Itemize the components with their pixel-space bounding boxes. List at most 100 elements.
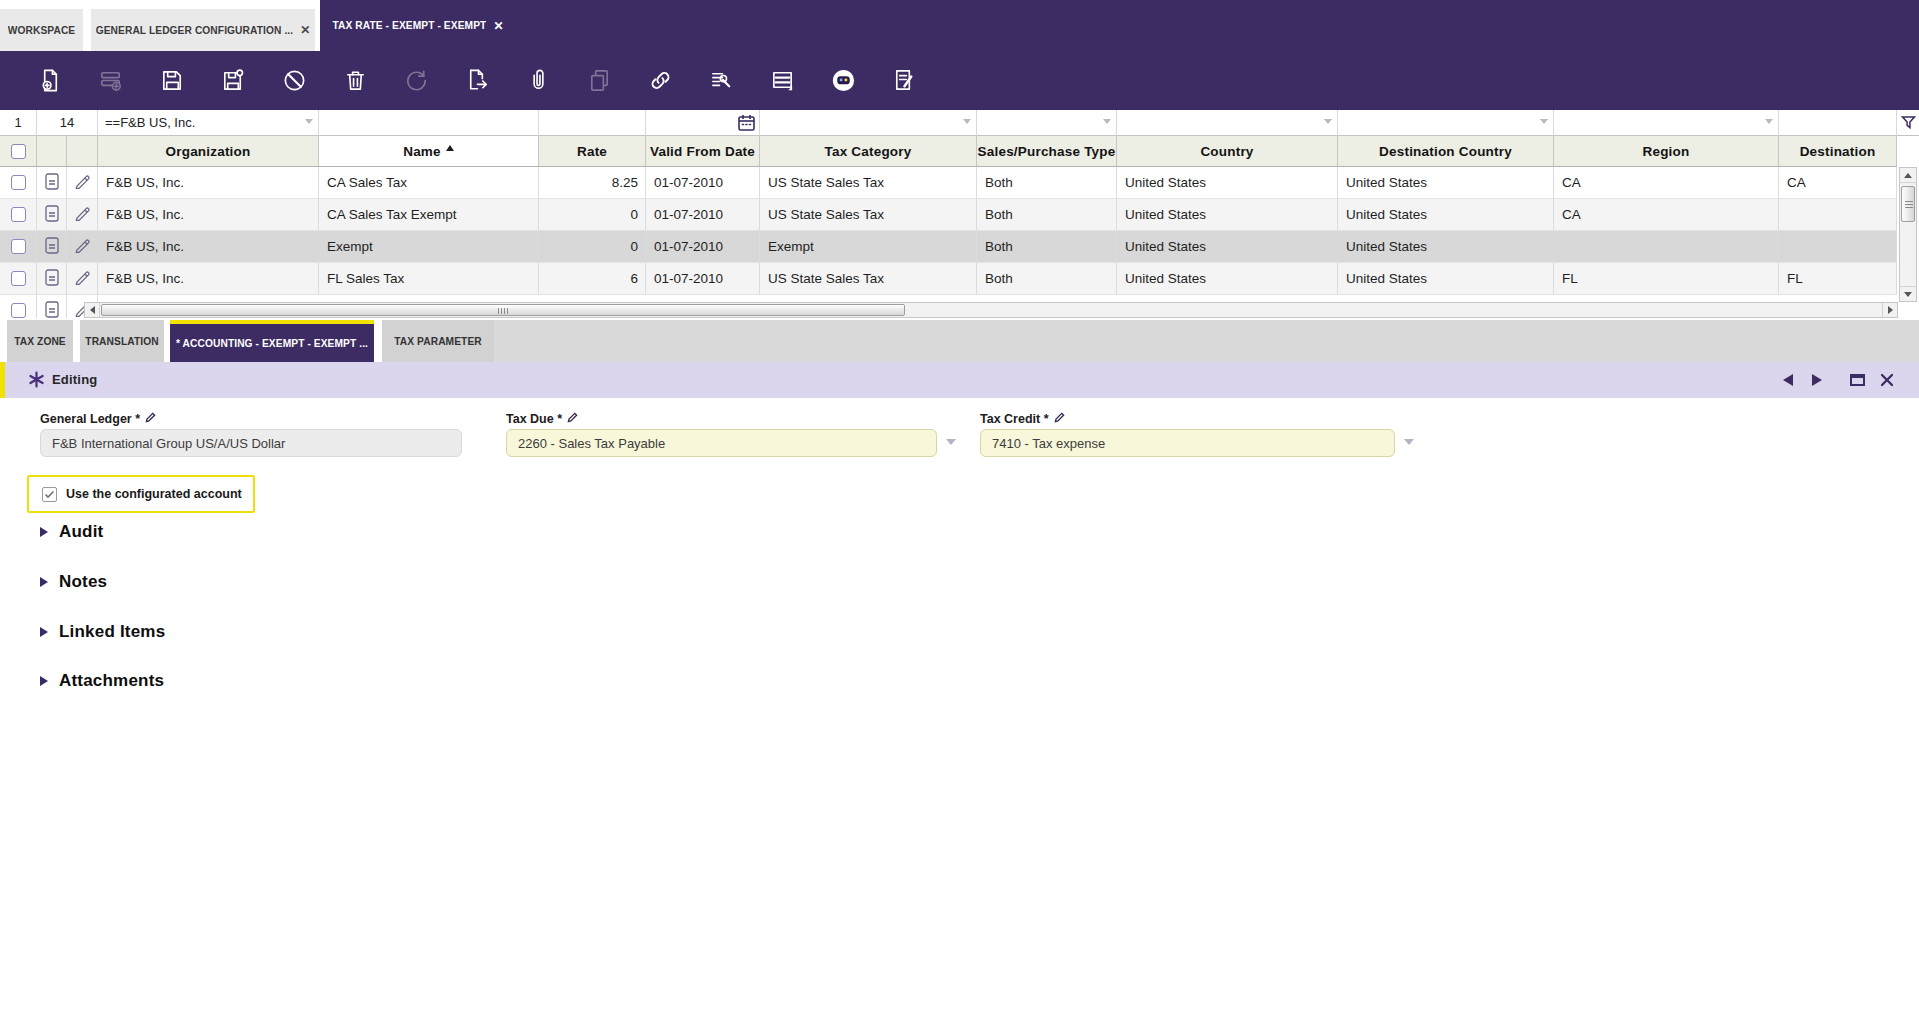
edit-pencil-icon[interactable] xyxy=(74,269,90,288)
window-tab-label: TAX RATE - EXEMPT - EXEMPT xyxy=(332,20,486,31)
filter-destination-input[interactable] xyxy=(1779,110,1897,136)
detail-tab-tax-parameter[interactable]: TAX PARAMETER xyxy=(382,320,494,362)
field-input-general-ledger[interactable]: F&B International Group US/A/US Dollar xyxy=(40,429,462,457)
window-tab-general-ledger-configuration[interactable]: GENERAL LEDGER CONFIGURATION ...✕ xyxy=(91,9,315,51)
column-header-rate[interactable]: Rate xyxy=(539,136,646,167)
column-header-region[interactable]: Region xyxy=(1554,136,1779,167)
section-linked-items[interactable]: Linked Items xyxy=(40,622,165,642)
edit-pencil-icon[interactable] xyxy=(74,205,90,224)
filter-sales-purchase-type-input[interactable] xyxy=(977,110,1117,136)
filter-funnel-cell[interactable] xyxy=(1897,110,1919,136)
table-row[interactable]: F&B US, Inc.Exempt001-07-2010ExemptBothU… xyxy=(0,231,1897,263)
close-editor-icon[interactable] xyxy=(1880,373,1894,391)
scroll-up-arrow[interactable] xyxy=(1900,168,1916,183)
filter-dropdown-icon[interactable] xyxy=(963,119,971,124)
calendar-icon[interactable] xyxy=(737,113,756,136)
row-checkbox[interactable] xyxy=(11,175,26,190)
save-and-new-icon[interactable] xyxy=(220,67,247,94)
table-row[interactable]: F&B US, Inc.CA Sales Tax8.2501-07-2010US… xyxy=(0,167,1897,199)
filter-dropdown-icon[interactable] xyxy=(1103,119,1111,124)
section-audit[interactable]: Audit xyxy=(40,522,103,542)
card-icon[interactable] xyxy=(45,173,59,193)
funnel-icon[interactable] xyxy=(1901,115,1916,130)
table-row[interactable]: F&B US, Inc.FL Sales Tax601-07-2010US St… xyxy=(0,263,1897,295)
column-header-tax-category[interactable]: Tax Category xyxy=(760,136,977,167)
select-all-checkbox[interactable] xyxy=(11,144,26,159)
window-tab-tax-rate-exempt-exempt[interactable]: TAX RATE - EXEMPT - EXEMPT ✕ xyxy=(320,0,516,51)
detail-tab-tax-zone[interactable]: TAX ZONE xyxy=(7,320,73,362)
export-icon[interactable] xyxy=(464,67,491,94)
column-header-destination[interactable]: Destination xyxy=(1779,136,1897,167)
column-header-name[interactable]: Name xyxy=(319,136,539,167)
window-tab-workspace[interactable]: WORKSPACE xyxy=(0,9,83,51)
filter-destination-country-input[interactable] xyxy=(1338,110,1554,136)
card-icon[interactable] xyxy=(45,269,59,289)
field-input-tax-credit[interactable]: 7410 - Tax expense xyxy=(980,429,1395,457)
previous-record-icon[interactable] xyxy=(1783,374,1793,386)
expand-arrow-icon[interactable] xyxy=(40,577,48,587)
vertical-scrollbar[interactable] xyxy=(1899,167,1917,302)
scroll-left-arrow[interactable] xyxy=(85,303,100,317)
close-tab-icon[interactable]: ✕ xyxy=(493,20,503,32)
detail-tab-accounting-exempt-exempt[interactable]: * ACCOUNTING - EXEMPT - EXEMPT ... xyxy=(170,320,374,362)
delete-icon[interactable] xyxy=(342,67,369,94)
column-header-organization[interactable]: Organization xyxy=(98,136,319,167)
editing-bar: Editing xyxy=(0,362,1919,398)
expand-arrow-icon[interactable] xyxy=(40,627,48,637)
field-input-tax-due[interactable]: 2260 - Sales Tax Payable xyxy=(506,429,937,457)
section-title: Notes xyxy=(59,572,107,592)
link-icon[interactable] xyxy=(647,67,674,94)
horizontal-scrollbar[interactable] xyxy=(84,302,1898,318)
expand-arrow-icon[interactable] xyxy=(40,676,48,686)
row-checkbox[interactable] xyxy=(11,303,26,318)
field-dropdown-icon[interactable] xyxy=(1404,439,1414,445)
save-icon[interactable] xyxy=(159,67,186,94)
edit-pencil-icon[interactable] xyxy=(74,237,90,256)
filter-dropdown-icon[interactable] xyxy=(1324,119,1332,124)
scrollbar-thumb[interactable] xyxy=(1901,186,1915,222)
card-icon[interactable] xyxy=(45,237,59,257)
table-row[interactable]: F&B US, Inc.CA Sales Tax Exempt001-07-20… xyxy=(0,199,1897,231)
column-header-country[interactable]: Country xyxy=(1117,136,1338,167)
scroll-down-arrow[interactable] xyxy=(1900,286,1916,301)
edit-pencil-icon[interactable] xyxy=(74,173,90,192)
expand-arrow-icon[interactable] xyxy=(40,527,48,537)
card-icon[interactable] xyxy=(45,205,59,225)
detail-tab-translation[interactable]: TRANSLATION xyxy=(80,320,164,362)
next-record-icon[interactable] xyxy=(1812,374,1822,386)
journal-icon[interactable] xyxy=(891,67,918,94)
filter-tax-category-input[interactable] xyxy=(760,110,977,136)
attachment-icon[interactable] xyxy=(525,67,552,94)
column-header-sales-purchase-type[interactable]: Sales/Purchase Type xyxy=(977,136,1117,167)
row-checkbox[interactable] xyxy=(11,207,26,222)
filter-dropdown-icon[interactable] xyxy=(1540,119,1548,124)
filter-dropdown-icon[interactable] xyxy=(1765,119,1773,124)
cancel-icon[interactable] xyxy=(281,67,308,94)
filter-valid-from-date-input[interactable] xyxy=(646,110,760,136)
audit-settings-icon[interactable] xyxy=(708,67,735,94)
column-header-valid-from-date[interactable]: Valid From Date xyxy=(646,136,760,167)
card-icon[interactable] xyxy=(45,301,59,319)
use-configurated-account-checkbox[interactable] xyxy=(42,487,57,502)
header-select-all-cell xyxy=(0,136,37,167)
assistant-bot-icon[interactable] xyxy=(830,67,857,94)
section-attachments[interactable]: Attachments xyxy=(40,671,164,691)
window-tab-bar: WORKSPACEGENERAL LEDGER CONFIGURATION ..… xyxy=(0,0,1919,51)
column-header-destination-country[interactable]: Destination Country xyxy=(1338,136,1554,167)
filter-country-input[interactable] xyxy=(1117,110,1338,136)
row-checkbox[interactable] xyxy=(11,239,26,254)
filter-organization-input[interactable]: ==F&B US, Inc. xyxy=(98,110,319,136)
filter-region-input[interactable] xyxy=(1554,110,1779,136)
section-notes[interactable]: Notes xyxy=(40,572,107,592)
new-record-icon[interactable] xyxy=(37,67,64,94)
filter-name-input[interactable] xyxy=(319,110,539,136)
layout-panels-icon[interactable] xyxy=(769,67,796,94)
filter-rate-input[interactable] xyxy=(539,110,646,136)
scrollbar-thumb[interactable] xyxy=(101,304,905,316)
row-checkbox[interactable] xyxy=(11,271,26,286)
scroll-right-arrow[interactable] xyxy=(1882,303,1897,317)
close-tab-icon[interactable]: ✕ xyxy=(300,24,310,36)
maximize-icon[interactable] xyxy=(1850,374,1865,386)
field-dropdown-icon[interactable] xyxy=(946,439,956,445)
filter-dropdown-icon[interactable] xyxy=(305,119,313,124)
